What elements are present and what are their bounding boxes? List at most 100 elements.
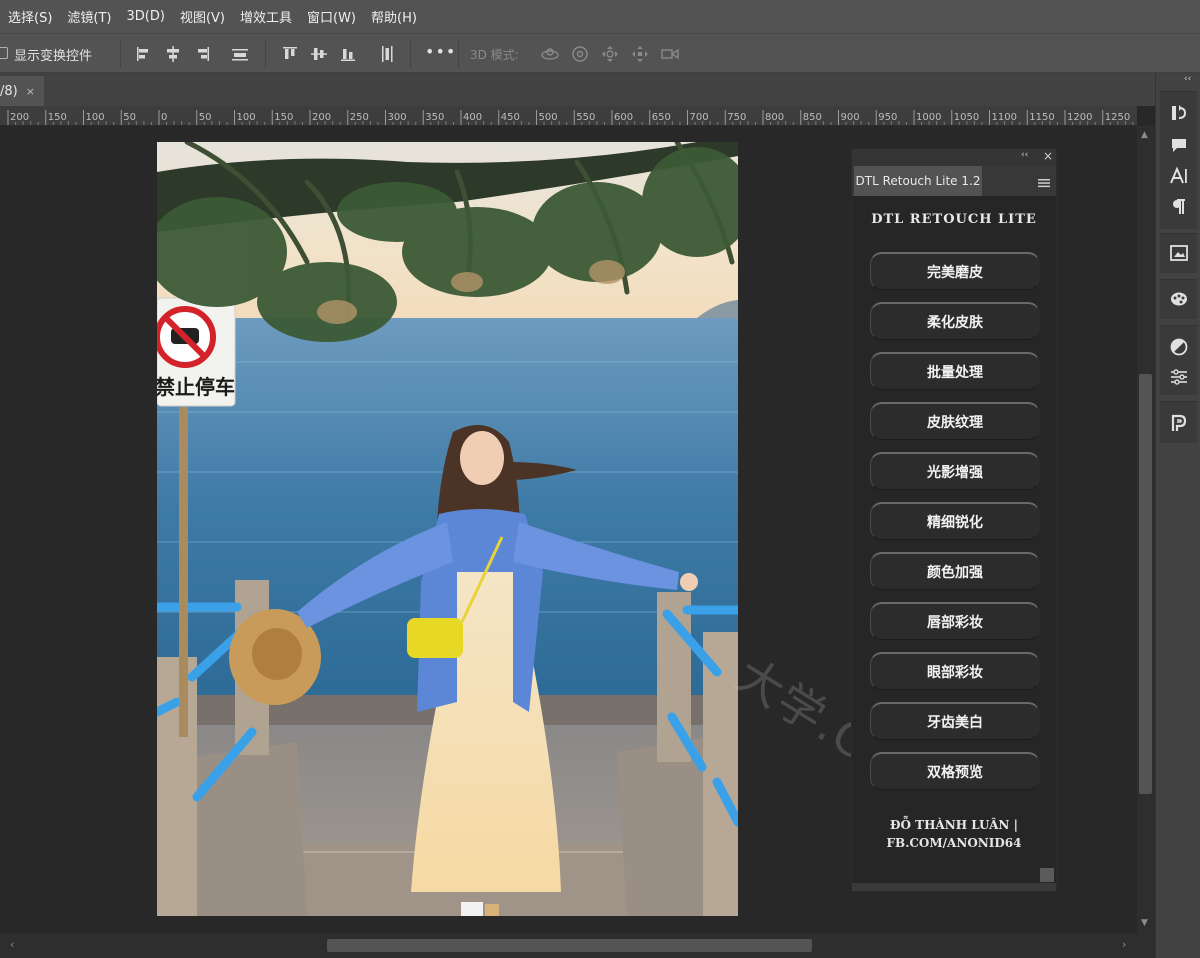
ruler-label: 450 (501, 112, 520, 123)
options-bar: 显示变换控件 ••• 3D 模式: (0, 33, 1200, 73)
no-parking-sign-text: 禁止停车 (157, 375, 235, 399)
ruler-label: 150 (48, 112, 67, 123)
separator (265, 40, 266, 68)
separator (458, 40, 459, 68)
panel-tab-row: DTL Retouch Lite 1.2 (852, 166, 1056, 196)
character-icon[interactable] (1168, 165, 1190, 187)
ruler-label: 900 (841, 112, 860, 123)
paragraph-icon[interactable] (1168, 196, 1190, 218)
horizontal-ruler: 200 150 100 50 0 50 100 150 200 250 300 350 400 450 50… (0, 106, 1137, 126)
comment-icon[interactable] (1168, 134, 1190, 156)
perfect-skin-smoothing-button[interactable]: 完美磨皮 (870, 252, 1040, 290)
ruler-label: 850 (803, 112, 822, 123)
document-tab-bar: /8) × (0, 73, 1155, 106)
credits-author: ĐỖ THÀNH LUÂN | (890, 818, 1018, 832)
horizontal-scrollbar-thumb[interactable] (327, 939, 812, 952)
panel-bottom-bar (852, 883, 1056, 891)
palette-icon[interactable] (1168, 288, 1190, 310)
distribute-horizontal-icon[interactable] (230, 44, 250, 64)
panel-close-icon[interactable]: × (1043, 149, 1053, 163)
dtl-retouch-panel: ‹‹ × DTL Retouch Lite 1.2 DTL RETOUCH LI… (851, 148, 1057, 892)
batch-process-button[interactable]: 批量处理 (870, 352, 1040, 390)
panel-collapse-icon[interactable]: ‹‹ (1021, 150, 1028, 160)
dual-preview-button[interactable]: 双格预览 (870, 752, 1040, 790)
ruler-label: 600 (614, 112, 633, 123)
ruler-label: 1000 (916, 112, 941, 123)
panel-body: DTL RETOUCH LITE 完美磨皮 柔化皮肤 批量处理 皮肤纹理 光影增… (852, 196, 1056, 891)
align-bottom-icon[interactable] (338, 44, 358, 64)
color-enhance-button[interactable]: 颜色加强 (870, 552, 1040, 590)
photo-scene: 禁止停车 (157, 142, 738, 916)
ruler-label: 800 (765, 112, 784, 123)
dock-group (1160, 325, 1197, 395)
menu-window[interactable]: 窗口(W) (307, 7, 356, 26)
ruler-label: 1250 (1105, 112, 1130, 123)
libraries-icon[interactable] (1168, 242, 1190, 264)
fine-sharpen-button[interactable]: 精细锐化 (870, 502, 1040, 540)
ruler-label: 300 (388, 112, 407, 123)
align-horizontal-center-icon[interactable] (163, 44, 183, 64)
vertical-scrollbar[interactable]: ▲ ▼ (1137, 126, 1155, 933)
lip-makeup-button[interactable]: 唇部彩妆 (870, 602, 1040, 640)
3d-camera-icon[interactable] (660, 44, 680, 64)
scroll-down-icon[interactable]: ▼ (1141, 918, 1148, 928)
ruler-label: 250 (350, 112, 369, 123)
hamburger-menu-icon[interactable] (1038, 174, 1050, 188)
align-vertical-center-icon[interactable] (309, 44, 329, 64)
show-transform-controls-label[interactable]: 显示变换控件 (14, 45, 92, 64)
history-icon[interactable] (1168, 102, 1190, 124)
more-options-button[interactable]: ••• (425, 42, 456, 61)
align-left-icon[interactable] (134, 44, 154, 64)
dock-collapse-icon[interactable]: ‹‹ (1184, 74, 1191, 84)
panel-title-strip[interactable]: ‹‹ × (852, 149, 1056, 166)
scroll-left-icon[interactable]: ‹ (10, 938, 14, 951)
scroll-right-icon[interactable]: › (1122, 938, 1126, 951)
menu-filter[interactable]: 滤镜(T) (67, 7, 111, 26)
panel-credits: ĐỖ THÀNH LUÂN | FB.COM/ANONID64 (852, 816, 1056, 852)
menu-select[interactable]: 选择(S) (8, 7, 52, 26)
align-right-icon[interactable] (192, 44, 212, 64)
3d-drag-icon[interactable] (600, 44, 620, 64)
document-tab-title[interactable]: /8) (0, 84, 18, 99)
panel-tab[interactable]: DTL Retouch Lite 1.2 (854, 166, 982, 196)
light-shadow-enhance-button[interactable]: 光影增强 (870, 452, 1040, 490)
ruler-label: 100 (86, 112, 105, 123)
panel-resize-handle[interactable] (1040, 868, 1054, 882)
ruler-label: 200 (312, 112, 331, 123)
plugin-p-icon[interactable] (1168, 412, 1190, 434)
ruler-label: 1100 (992, 112, 1017, 123)
separator (120, 40, 121, 68)
horizontal-scrollbar[interactable]: ‹ › (0, 933, 1155, 958)
menu-view[interactable]: 视图(V) (180, 7, 225, 26)
menu-help[interactable]: 帮助(H) (371, 7, 417, 26)
3d-orbit-icon[interactable] (540, 44, 560, 64)
menu-3d[interactable]: 3D(D) (127, 9, 165, 24)
3d-roll-icon[interactable] (570, 44, 590, 64)
distribute-vertical-icon[interactable] (377, 44, 397, 64)
close-icon[interactable]: × (26, 85, 35, 98)
menu-bar: 选择(S) 滤镜(T) 3D(D) 视图(V) 增效工具 窗口(W) 帮助(H) (0, 0, 1200, 33)
document-image[interactable]: 禁止停车 (157, 142, 738, 916)
scroll-up-icon[interactable]: ▲ (1141, 130, 1148, 140)
right-panel-dock: ‹‹ (1155, 73, 1200, 958)
menu-plugins[interactable]: 增效工具 (240, 7, 292, 26)
skin-texture-button[interactable]: 皮肤纹理 (870, 402, 1040, 440)
dock-group (1160, 91, 1197, 229)
show-transform-controls-checkbox[interactable] (0, 47, 8, 59)
properties-icon[interactable] (1168, 366, 1190, 388)
ruler-label: 150 (274, 112, 293, 123)
align-top-icon[interactable] (280, 44, 300, 64)
teeth-whitening-button[interactable]: 牙齿美白 (870, 702, 1040, 740)
ruler-label: 750 (727, 112, 746, 123)
credits-link[interactable]: FB.COM/ANONID64 (852, 834, 1056, 852)
3d-slide-icon[interactable] (630, 44, 650, 64)
ruler-label: 1200 (1067, 112, 1092, 123)
vertical-scrollbar-thumb[interactable] (1139, 374, 1152, 794)
soften-skin-button[interactable]: 柔化皮肤 (870, 302, 1040, 340)
ruler-label: 100 (237, 112, 256, 123)
eye-makeup-button[interactable]: 眼部彩妆 (870, 652, 1040, 690)
document-tab[interactable]: /8) × (0, 76, 44, 106)
ruler-label: 950 (878, 112, 897, 123)
ruler-label: 550 (576, 112, 595, 123)
adjustments-icon[interactable] (1168, 336, 1190, 358)
